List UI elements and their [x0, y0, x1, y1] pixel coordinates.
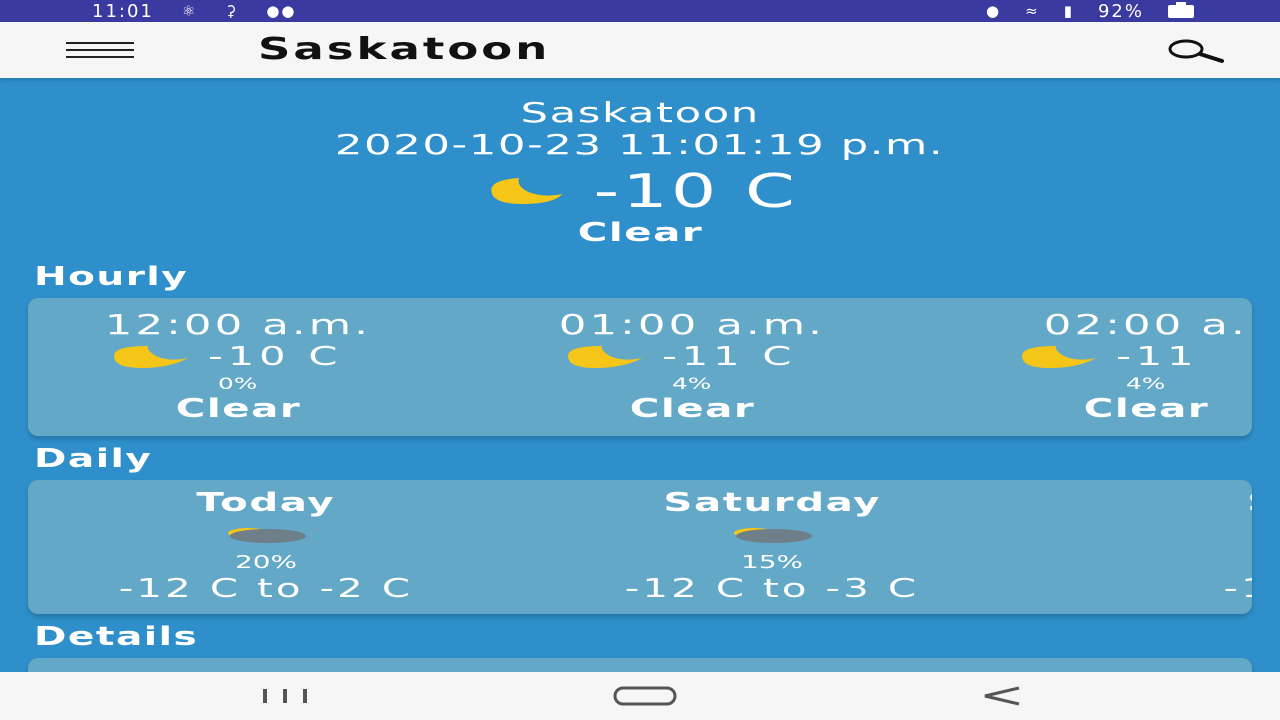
hour-precip-chance: 0% — [218, 374, 258, 393]
recent-apps-icon — [263, 689, 307, 703]
battery-percent: 92% — [1097, 0, 1144, 22]
search-button[interactable] — [1160, 36, 1230, 66]
day-precip-chance: 20% — [234, 552, 298, 573]
details-heading: Details — [34, 622, 199, 652]
day-temp-range: -11 ( — [1223, 574, 1252, 604]
daily-item[interactable]: Su -11 ( — [1028, 480, 1252, 614]
hour-precip-chance: 4% — [672, 374, 712, 393]
weather-screen: 11:01 ⚛ ⚳ ●● ● ≈ ▮ 92% Saskatoon Saskato… — [0, 0, 1280, 720]
current-condition: Clear — [577, 218, 703, 248]
day-name: Su — [1248, 488, 1252, 518]
hour-condition: Clear — [629, 394, 755, 424]
hour-temperature: -10 C — [208, 342, 343, 372]
menu-icon — [66, 42, 134, 44]
daily-heading: Daily — [34, 444, 153, 474]
hour-precip-chance: 4% — [1126, 374, 1166, 393]
wifi-icon: ≈ — [1025, 2, 1040, 20]
hourly-forecast-card[interactable]: 12:00 a.m. -10 C 0% Clear 01:00 a.m. -11… — [28, 298, 1252, 436]
hour-condition: Clear — [175, 394, 301, 424]
current-datetime: 2020-10-23 11:01:19 p.m. — [335, 128, 945, 161]
cell-signal-icon: ▮ — [1063, 2, 1074, 20]
hourly-item[interactable]: 02:00 a. -11 4% Clear — [936, 298, 1252, 436]
battery-icon — [1168, 1, 1194, 18]
day-precip-chance: 15% — [740, 552, 804, 573]
menu-icon-line — [66, 56, 134, 58]
hourly-item[interactable]: 12:00 a.m. -10 C 0% Clear — [28, 298, 448, 436]
day-temp-range: -12 C to -3 C — [624, 574, 920, 604]
daily-item[interactable]: Today 20% -12 C to -2 C — [28, 480, 516, 614]
moon-icon — [114, 346, 188, 368]
day-name: Saturday — [663, 488, 881, 518]
hourly-heading: Hourly — [34, 262, 189, 292]
day-temp-range: -12 C to -2 C — [118, 574, 414, 604]
app-bar: Saskatoon — [0, 22, 1280, 78]
back-icon — [984, 686, 1020, 706]
voicemail-icon: ●● — [266, 2, 297, 20]
hour-time: 12:00 a.m. — [104, 308, 372, 341]
recent-apps-button[interactable] — [246, 672, 326, 720]
search-icon — [1168, 39, 1224, 63]
hour-time: 01:00 a.m. — [558, 308, 826, 341]
hourly-item[interactable]: 01:00 a.m. -11 C 4% Clear — [482, 298, 902, 436]
app-title: Saskatoon — [258, 32, 551, 67]
daily-item[interactable]: Saturday 15% -12 C to -3 C — [522, 480, 1022, 614]
system-nav-bar — [0, 672, 1280, 720]
hour-time: 02:00 a. — [1043, 308, 1249, 341]
city-name: Saskatoon — [520, 96, 760, 129]
hour-temperature: -11 — [1116, 342, 1199, 372]
moon-icon — [491, 178, 563, 204]
menu-icon-line — [66, 49, 134, 51]
moon-icon — [568, 346, 642, 368]
notification-icon: ⚛ — [181, 2, 198, 20]
status-time: 11:01 — [92, 0, 154, 22]
hour-temperature: -11 C — [662, 342, 797, 372]
back-button[interactable] — [966, 672, 1036, 720]
moon-icon — [1022, 346, 1096, 368]
location-icon: ● — [986, 2, 1002, 20]
partly-cloudy-icon — [734, 528, 812, 543]
signal-notification-icon: ⚳ — [225, 2, 239, 20]
day-name: Today — [196, 488, 336, 518]
partly-cloudy-icon — [228, 528, 306, 543]
daily-forecast-card[interactable]: Today 20% -12 C to -2 C Saturday 15% -12… — [28, 480, 1252, 614]
home-icon — [613, 686, 677, 706]
home-button[interactable] — [600, 672, 690, 720]
current-temperature: -10 C — [593, 164, 799, 218]
status-bar: 11:01 ⚛ ⚳ ●● ● ≈ ▮ 92% — [0, 0, 1280, 22]
hour-condition: Clear — [1083, 394, 1209, 424]
menu-button[interactable] — [66, 42, 134, 60]
